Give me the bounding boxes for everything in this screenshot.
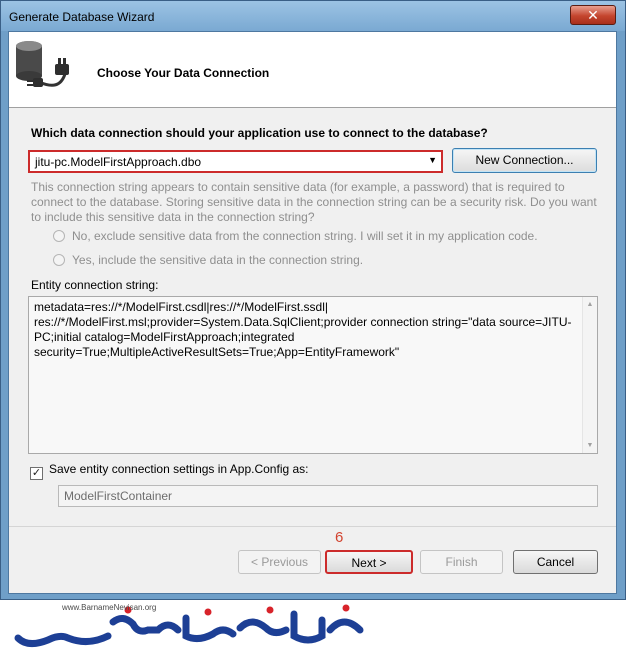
next-button[interactable]: Next > [325, 550, 413, 574]
container-name-value: ModelFirstContainer [64, 489, 173, 503]
close-icon: ✕ [587, 7, 599, 23]
entity-connection-label: Entity connection string: [31, 278, 159, 292]
exclude-option-label: No, exclude sensitive data from the conn… [72, 229, 538, 243]
connection-question: Which data connection should your applic… [31, 126, 488, 140]
chevron-down-icon[interactable]: ▼ [428, 155, 437, 165]
page-title: Choose Your Data Connection [97, 66, 270, 80]
entity-connection-textbox[interactable]: metadata=res://*/ModelFirst.csdl|res://*… [28, 296, 598, 454]
exclude-sensitive-radio[interactable]: No, exclude sensitive data from the conn… [53, 229, 538, 243]
step-annotation: 6 [335, 529, 344, 546]
include-sensitive-radio[interactable]: Yes, include the sensitive data in the c… [53, 253, 363, 267]
window-title: Generate Database Wizard [9, 10, 155, 24]
footer-divider [9, 526, 616, 527]
data-connection-dropdown[interactable]: jitu-pc.ModelFirstApproach.dbo ▼ [28, 150, 443, 173]
include-option-label: Yes, include the sensitive data in the c… [72, 253, 364, 267]
radio-include-icon[interactable] [53, 254, 65, 266]
close-button[interactable]: ✕ [570, 5, 616, 25]
wizard-header: Choose Your Data Connection [9, 32, 616, 108]
save-settings-row[interactable]: ✓ Save entity connection settings in App.… [30, 462, 309, 480]
container-name-field[interactable]: ModelFirstContainer [58, 485, 598, 507]
previous-button[interactable]: < Previous [238, 550, 321, 574]
wizard-window: Generate Database Wizard ✕ Choose Your D… [0, 0, 626, 600]
scroll-down-icon[interactable]: ▼ [583, 438, 597, 453]
new-connection-button[interactable]: New Connection... [452, 148, 597, 173]
watermark-url: www.BarnameNevisan.org [62, 603, 157, 612]
radio-exclude-icon[interactable] [53, 230, 65, 242]
cancel-button[interactable]: Cancel [513, 550, 598, 574]
wizard-body: Choose Your Data Connection Which data c… [8, 31, 617, 594]
selected-connection: jitu-pc.ModelFirstApproach.dbo [35, 155, 202, 169]
save-settings-label: Save entity connection settings in App.C… [49, 462, 309, 476]
watermark: www.BarnameNevisan.org [0, 600, 626, 650]
database-plug-icon [16, 41, 69, 87]
sensitive-data-warning: This connection string appears to contai… [31, 180, 597, 224]
entity-connection-string: metadata=res://*/ModelFirst.csdl|res://*… [34, 300, 572, 359]
save-settings-checkbox[interactable]: ✓ [30, 467, 43, 480]
scroll-up-icon[interactable]: ▲ [583, 297, 597, 312]
finish-button[interactable]: Finish [420, 550, 503, 574]
vertical-scrollbar[interactable]: ▲ ▼ [582, 297, 597, 453]
title-bar[interactable]: Generate Database Wizard ✕ [1, 1, 625, 31]
